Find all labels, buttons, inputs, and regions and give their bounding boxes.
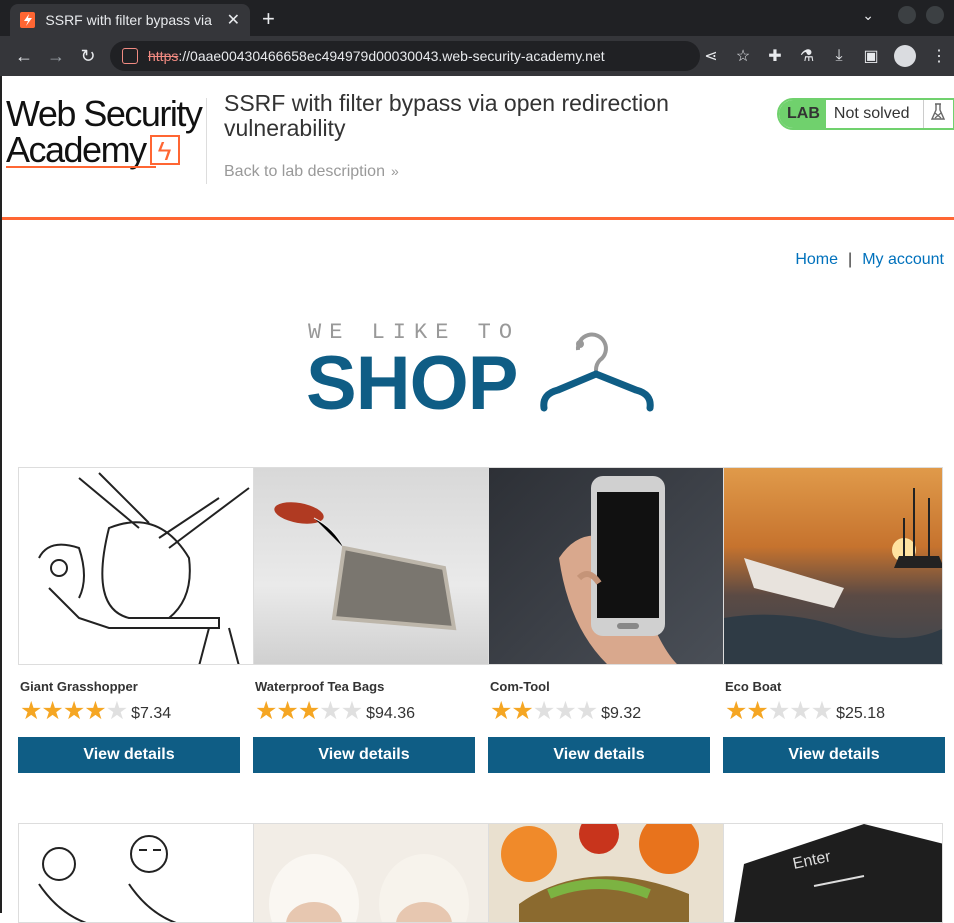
- star-filled-icon: ★: [511, 697, 534, 725]
- product-image: [253, 823, 489, 923]
- web-security-academy-logo[interactable]: Web Security Academy: [6, 96, 206, 170]
- back-link-label: Back to lab description: [224, 163, 385, 180]
- maximize-button[interactable]: [926, 6, 944, 24]
- product-name: Eco Boat: [725, 679, 782, 694]
- product-rating: ★ ★ ★ ★ ★ $94.36: [255, 699, 415, 724]
- product-name: Giant Grasshopper: [20, 679, 138, 694]
- lab-title: SSRF with filter bypass via open redirec…: [224, 90, 669, 141]
- header-divider: [206, 98, 207, 184]
- product-card: Com-Tool ★ ★ ★ ★ ★ $9.32 View details: [488, 467, 724, 773]
- star-filled-icon: ★: [62, 697, 86, 725]
- close-tab-icon[interactable]: ✕: [227, 10, 240, 30]
- top-nav: Home | My account: [795, 251, 944, 269]
- product-card: Eco Boat ★ ★ ★ ★ ★ $25.18 View details: [723, 467, 945, 773]
- product-rating: ★ ★ ★ ★ ★ $9.32: [490, 699, 641, 724]
- product-image-waterproof-tea-bags: [253, 467, 489, 665]
- browser-toolbar: ← → ↻ https://0aae00430466658ec494979d00…: [0, 36, 954, 76]
- lab-header: Web Security Academy SSRF with filter by…: [2, 76, 954, 220]
- flask-icon: [924, 102, 952, 126]
- star-filled-icon: ★: [255, 697, 278, 725]
- browser-tab-bar: SSRF with filter bypass via ✕ + ⌄: [0, 0, 954, 36]
- lab-status-widget: LAB Not solved: [777, 98, 954, 130]
- my-account-link[interactable]: My account: [862, 251, 944, 268]
- we-like-to-shop-logo: WE LIKE TO SHOP: [306, 320, 666, 426]
- double-chevron-right-icon: »: [390, 163, 399, 179]
- favicon-icon: [20, 12, 36, 28]
- star-empty-icon: ★: [340, 697, 364, 725]
- share-icon[interactable]: ⋖: [702, 46, 720, 66]
- back-arrow-icon[interactable]: ←: [8, 46, 40, 67]
- product-card: Giant Grasshopper ★ ★ ★ ★ ★ $7.34 View detai…: [18, 467, 254, 773]
- forward-arrow-icon[interactable]: →: [40, 46, 72, 67]
- product-rating: ★ ★ ★ ★ ★ $7.34: [20, 699, 171, 724]
- browser-tab[interactable]: SSRF with filter bypass via ✕: [10, 4, 250, 36]
- back-to-lab-description-link[interactable]: Back to lab description »: [224, 163, 399, 181]
- not-secure-icon[interactable]: [122, 48, 138, 64]
- star-filled-icon: ★: [276, 697, 299, 725]
- product-price: $9.32: [601, 704, 642, 722]
- product-price: $94.36: [366, 704, 416, 722]
- view-details-button[interactable]: View details: [18, 737, 240, 773]
- product-image: Enter: [723, 823, 943, 923]
- page: Web Security Academy SSRF with filter by…: [0, 76, 954, 923]
- star-empty-icon: ★: [575, 697, 599, 725]
- menu-kebab-icon[interactable]: ⋮: [930, 46, 948, 66]
- product-name: Com-Tool: [490, 679, 550, 694]
- view-details-button[interactable]: View details: [723, 737, 945, 773]
- star-filled-icon: ★: [297, 697, 321, 725]
- star-empty-icon: ★: [554, 697, 577, 725]
- side-panel-icon[interactable]: ▣: [862, 46, 880, 66]
- product-image: [488, 823, 724, 923]
- bookmark-star-icon[interactable]: ☆: [734, 46, 752, 66]
- star-empty-icon: ★: [810, 697, 834, 725]
- logo-text-line2: Academy: [6, 129, 147, 170]
- view-details-button[interactable]: View details: [488, 737, 710, 773]
- lab-status-text: Not solved: [826, 100, 925, 128]
- star-filled-icon: ★: [746, 697, 769, 725]
- profile-avatar[interactable]: [894, 45, 916, 67]
- product-name: Waterproof Tea Bags: [255, 679, 385, 694]
- product-image-giant-grasshopper: [18, 467, 254, 665]
- star-filled-icon: ★: [20, 697, 43, 725]
- star-empty-icon: ★: [532, 697, 556, 725]
- logo-bolt-icon: [149, 133, 180, 169]
- product-price: $25.18: [836, 704, 886, 722]
- tab-search-chevron-icon[interactable]: ⌄: [862, 7, 874, 24]
- nav-separator: |: [848, 251, 853, 268]
- product-grid-row-2: Enter: [18, 823, 954, 923]
- reload-icon[interactable]: ↻: [72, 46, 104, 67]
- logo-text-line1: Web Security: [6, 93, 203, 134]
- product-image-com-tool: [488, 467, 724, 665]
- product-price: $7.34: [131, 704, 172, 722]
- minimize-button[interactable]: [898, 6, 916, 24]
- shop-logo-title: SHOP: [306, 341, 518, 426]
- product-image-eco-boat: [723, 467, 943, 665]
- hanger-icon: [540, 332, 654, 412]
- star-filled-icon: ★: [41, 697, 64, 725]
- product-image: [18, 823, 254, 923]
- lab-badge: LAB: [779, 100, 826, 128]
- star-filled-icon: ★: [725, 697, 748, 725]
- product-card: Waterproof Tea Bags ★ ★ ★ ★ ★ $94.36 View de…: [253, 467, 489, 773]
- url-scheme: https: [148, 48, 179, 64]
- new-tab-button[interactable]: +: [262, 6, 275, 32]
- view-details-button[interactable]: View details: [253, 737, 475, 773]
- extensions-icon[interactable]: ✚: [766, 46, 784, 66]
- star-empty-icon: ★: [789, 697, 812, 725]
- star-empty-icon: ★: [767, 697, 791, 725]
- star-filled-icon: ★: [84, 697, 107, 725]
- flask-extension-icon[interactable]: ⚗: [798, 46, 816, 66]
- star-filled-icon: ★: [490, 697, 513, 725]
- home-link[interactable]: Home: [795, 251, 838, 268]
- logo-underline: [6, 166, 156, 168]
- tab-title: SSRF with filter bypass via: [45, 12, 212, 28]
- product-rating: ★ ★ ★ ★ ★ $25.18: [725, 699, 885, 724]
- address-bar[interactable]: https://0aae00430466658ec494979d00030043…: [110, 41, 700, 71]
- star-empty-icon: ★: [319, 697, 342, 725]
- star-empty-icon: ★: [105, 697, 129, 725]
- download-icon[interactable]: ⤓: [830, 47, 848, 65]
- url-host: ://0aae00430466658ec494979d00030043.web-…: [178, 48, 605, 64]
